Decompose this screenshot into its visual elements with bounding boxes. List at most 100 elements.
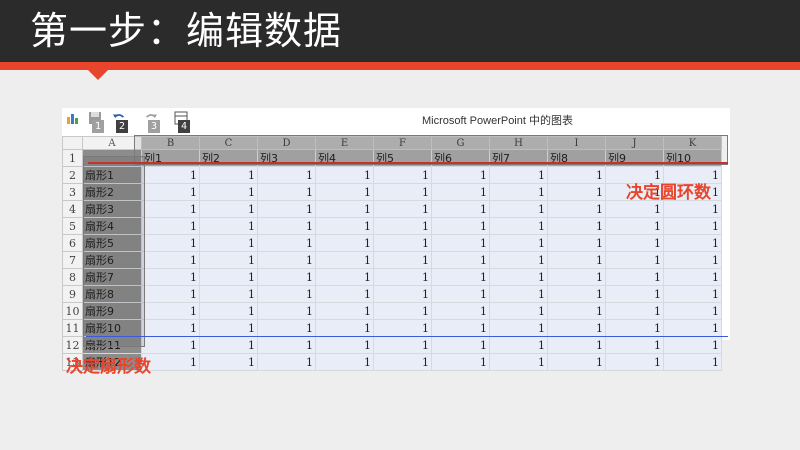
value-cell[interactable]: 1: [605, 336, 664, 354]
value-cell[interactable]: 1: [431, 336, 490, 354]
value-cell[interactable]: 1: [489, 336, 548, 354]
value-cell[interactable]: 1: [315, 285, 374, 303]
value-cell[interactable]: 1: [605, 217, 664, 235]
value-cell[interactable]: 1: [257, 336, 316, 354]
value-cell[interactable]: 1: [547, 166, 606, 184]
value-cell[interactable]: 1: [663, 251, 722, 269]
value-cell[interactable]: 1: [489, 302, 548, 320]
edit-data-button[interactable]: 4: [174, 111, 192, 133]
value-cell[interactable]: 1: [141, 319, 200, 337]
value-cell[interactable]: 1: [663, 217, 722, 235]
chart-icon[interactable]: [66, 111, 84, 131]
value-cell[interactable]: 1: [199, 302, 258, 320]
value-cell[interactable]: 1: [373, 217, 432, 235]
value-cell[interactable]: 1: [141, 183, 200, 201]
value-cell[interactable]: 1: [489, 353, 548, 371]
value-cell[interactable]: 1: [199, 183, 258, 201]
value-cell[interactable]: 1: [141, 234, 200, 252]
value-cell[interactable]: 1: [141, 251, 200, 269]
value-cell[interactable]: 1: [257, 166, 316, 184]
value-cell[interactable]: 1: [199, 319, 258, 337]
value-cell[interactable]: 1: [315, 302, 374, 320]
value-cell[interactable]: 1: [547, 268, 606, 286]
row-number[interactable]: 12: [62, 336, 83, 354]
value-cell[interactable]: 1: [373, 166, 432, 184]
value-cell[interactable]: 1: [431, 183, 490, 201]
value-cell[interactable]: 1: [489, 200, 548, 218]
value-cell[interactable]: 1: [141, 336, 200, 354]
value-cell[interactable]: 1: [199, 166, 258, 184]
value-cell[interactable]: 1: [663, 302, 722, 320]
value-cell[interactable]: 1: [431, 234, 490, 252]
row-number[interactable]: 1: [62, 149, 83, 167]
value-cell[interactable]: 1: [489, 319, 548, 337]
value-cell[interactable]: 1: [547, 251, 606, 269]
column-header-a[interactable]: A: [82, 136, 142, 150]
value-cell[interactable]: 1: [605, 353, 664, 371]
value-cell[interactable]: 1: [315, 268, 374, 286]
value-cell[interactable]: 1: [199, 217, 258, 235]
value-cell[interactable]: 1: [315, 166, 374, 184]
value-cell[interactable]: 1: [373, 268, 432, 286]
value-cell[interactable]: 1: [489, 234, 548, 252]
value-cell[interactable]: 1: [373, 183, 432, 201]
value-cell[interactable]: 1: [489, 285, 548, 303]
value-cell[interactable]: 1: [373, 285, 432, 303]
value-cell[interactable]: 1: [547, 217, 606, 235]
value-cell[interactable]: 1: [373, 319, 432, 337]
value-cell[interactable]: 1: [257, 285, 316, 303]
value-cell[interactable]: 1: [489, 251, 548, 269]
value-cell[interactable]: 1: [257, 251, 316, 269]
select-all-corner[interactable]: [62, 136, 83, 150]
value-cell[interactable]: 1: [141, 285, 200, 303]
value-cell[interactable]: 1: [199, 353, 258, 371]
value-cell[interactable]: 1: [373, 251, 432, 269]
row-number[interactable]: 7: [62, 251, 83, 269]
value-cell[interactable]: 1: [199, 200, 258, 218]
value-cell[interactable]: 1: [431, 268, 490, 286]
value-cell[interactable]: 1: [431, 319, 490, 337]
value-cell[interactable]: 1: [315, 353, 374, 371]
value-cell[interactable]: 1: [199, 336, 258, 354]
value-cell[interactable]: 1: [373, 234, 432, 252]
value-cell[interactable]: 1: [663, 285, 722, 303]
value-cell[interactable]: 1: [605, 302, 664, 320]
value-cell[interactable]: 1: [547, 234, 606, 252]
value-cell[interactable]: 1: [547, 183, 606, 201]
row-number[interactable]: 5: [62, 217, 83, 235]
value-cell[interactable]: 1: [489, 183, 548, 201]
value-cell[interactable]: 1: [605, 285, 664, 303]
row-number[interactable]: 6: [62, 234, 83, 252]
value-cell[interactable]: 1: [663, 319, 722, 337]
value-cell[interactable]: 1: [605, 200, 664, 218]
value-cell[interactable]: 1: [547, 336, 606, 354]
value-cell[interactable]: 1: [431, 200, 490, 218]
value-cell[interactable]: 1: [605, 251, 664, 269]
value-cell[interactable]: 1: [199, 268, 258, 286]
value-cell[interactable]: 1: [431, 302, 490, 320]
value-cell[interactable]: 1: [141, 200, 200, 218]
value-cell[interactable]: 1: [141, 302, 200, 320]
value-cell[interactable]: 1: [663, 353, 722, 371]
value-cell[interactable]: 1: [663, 268, 722, 286]
value-cell[interactable]: 1: [431, 353, 490, 371]
value-cell[interactable]: 1: [373, 302, 432, 320]
value-cell[interactable]: 1: [315, 200, 374, 218]
row-number[interactable]: 8: [62, 268, 83, 286]
row-number[interactable]: 3: [62, 183, 83, 201]
value-cell[interactable]: 1: [547, 319, 606, 337]
value-cell[interactable]: 1: [141, 217, 200, 235]
value-cell[interactable]: 1: [257, 353, 316, 371]
value-cell[interactable]: 1: [315, 336, 374, 354]
undo-button[interactable]: 2: [112, 111, 130, 133]
row-number[interactable]: 2: [62, 166, 83, 184]
value-cell[interactable]: 1: [663, 234, 722, 252]
value-cell[interactable]: 1: [141, 166, 200, 184]
value-cell[interactable]: 1: [605, 268, 664, 286]
value-cell[interactable]: 1: [547, 200, 606, 218]
value-cell[interactable]: 1: [315, 319, 374, 337]
value-cell[interactable]: 1: [141, 268, 200, 286]
row-number[interactable]: 9: [62, 285, 83, 303]
save-button[interactable]: 1: [88, 111, 106, 133]
value-cell[interactable]: 1: [547, 285, 606, 303]
